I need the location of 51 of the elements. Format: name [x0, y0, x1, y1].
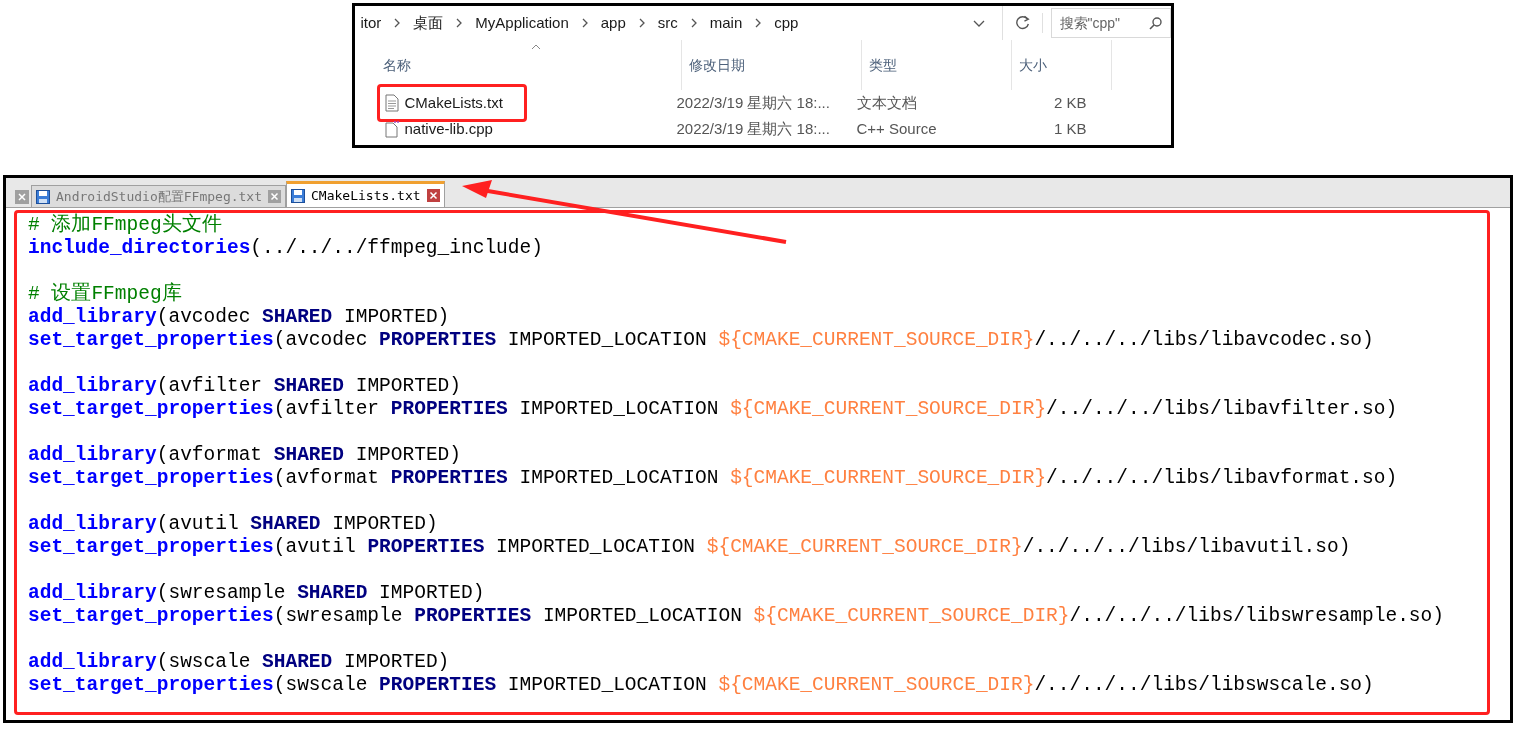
file-name[interactable]: native-lib.cpp: [404, 117, 493, 141]
column-header[interactable]: 名称: [354, 40, 682, 90]
code-line: set_target_properties(avcodec PROPERTIES IMPORTED_LOCATION ${CMAKE_CURRENT_SOURCE_DIR}/../../../libs/libavcodec.so): [28, 329, 1375, 352]
code-line: add_library(avutil SHARED IMPORTED): [28, 513, 439, 536]
code-line: add_library(avformat SHARED IMPORTED): [28, 444, 462, 467]
dropdown-caret-icon[interactable]: [971, 18, 986, 28]
code-line: set_target_properties(avfilter PROPERTIES IMPORTED_LOCATION ${CMAKE_CURRENT_SOURCE_DIR}/../../../libs/libavfilter.so): [28, 398, 1399, 421]
address-bar[interactable]: itor 桌面 MyApplication app src main cpp: [354, 6, 1003, 40]
column-header[interactable]: 类型: [861, 40, 1012, 90]
code-line: add_library(avcodec SHARED IMPORTED): [28, 306, 451, 329]
breadcrumb-item[interactable]: main: [709, 11, 743, 35]
file-name[interactable]: CMakeLists.txt: [404, 91, 503, 115]
column-header[interactable]: 大小: [1011, 40, 1112, 90]
code-line: set_target_properties(swresample PROPERTIES IMPORTED_LOCATION ${CMAKE_CURRENT_SOURCE_DIR}/../../../libs/libswresample.so): [28, 605, 1445, 628]
code-line: # 设置FFmpeg库: [28, 283, 183, 306]
document-icon: [384, 94, 399, 112]
breadcrumb-item[interactable]: app: [600, 11, 626, 35]
code-line: set_target_properties(avutil PROPERTIES IMPORTED_LOCATION ${CMAKE_CURRENT_SOURCE_DIR}/../../../libs/libavutil.so): [28, 536, 1352, 559]
search-field[interactable]: 搜索"cpp": [1050, 8, 1171, 38]
file-date: 2022/3/19 星期六 18:...: [676, 118, 831, 139]
file-date: 2022/3/19 星期六 18:...: [676, 92, 831, 113]
file-tab[interactable]: CMakeLists.txt: [286, 181, 445, 207]
breadcrumb-item[interactable]: itor: [360, 11, 382, 35]
close-icon[interactable]: [268, 190, 281, 203]
chevron-icon: [689, 17, 698, 29]
code-line: # 添加FFmpeg头文件: [28, 214, 223, 237]
file-size: 2 KB: [1052, 92, 1087, 113]
breadcrumb-item[interactable]: MyApplication: [475, 11, 569, 35]
breadcrumb-item[interactable]: 桌面: [413, 11, 444, 35]
code-line: add_library(swscale SHARED IMPORTED): [28, 651, 451, 674]
breadcrumb-item[interactable]: cpp: [774, 11, 799, 35]
chevron-icon: [455, 17, 464, 29]
file-type: C++ Source: [856, 118, 938, 139]
search-icon: [1148, 16, 1163, 30]
code-line: add_library(swresample SHARED IMPORTED): [28, 582, 486, 605]
close-icon[interactable]: [426, 189, 440, 202]
file-type: 文本文档: [856, 92, 918, 113]
file-size: 1 KB: [1052, 118, 1087, 139]
code-line: include_directories(../../../ffmpeg_include): [28, 237, 544, 260]
chevron-icon: [754, 17, 763, 29]
sort-caret-icon: [530, 44, 541, 50]
breadcrumb-item[interactable]: src: [657, 11, 678, 35]
chevron-icon: [393, 17, 402, 29]
code-file-icon: [384, 120, 399, 138]
chevron-icon: [637, 17, 646, 29]
code-line: set_target_properties(swscale PROPERTIES IMPORTED_LOCATION ${CMAKE_CURRENT_SOURCE_DIR}/../../../libs/libswscale.so): [28, 674, 1375, 697]
chevron-icon: [580, 17, 589, 29]
close-icon[interactable]: [15, 190, 29, 204]
column-header[interactable]: 修改日期: [681, 40, 862, 90]
code-line: set_target_properties(avformat PROPERTIES IMPORTED_LOCATION ${CMAKE_CURRENT_SOURCE_DIR}/../../../libs/libavformat.so): [28, 467, 1399, 490]
code-line: add_library(avfilter SHARED IMPORTED): [28, 375, 462, 398]
